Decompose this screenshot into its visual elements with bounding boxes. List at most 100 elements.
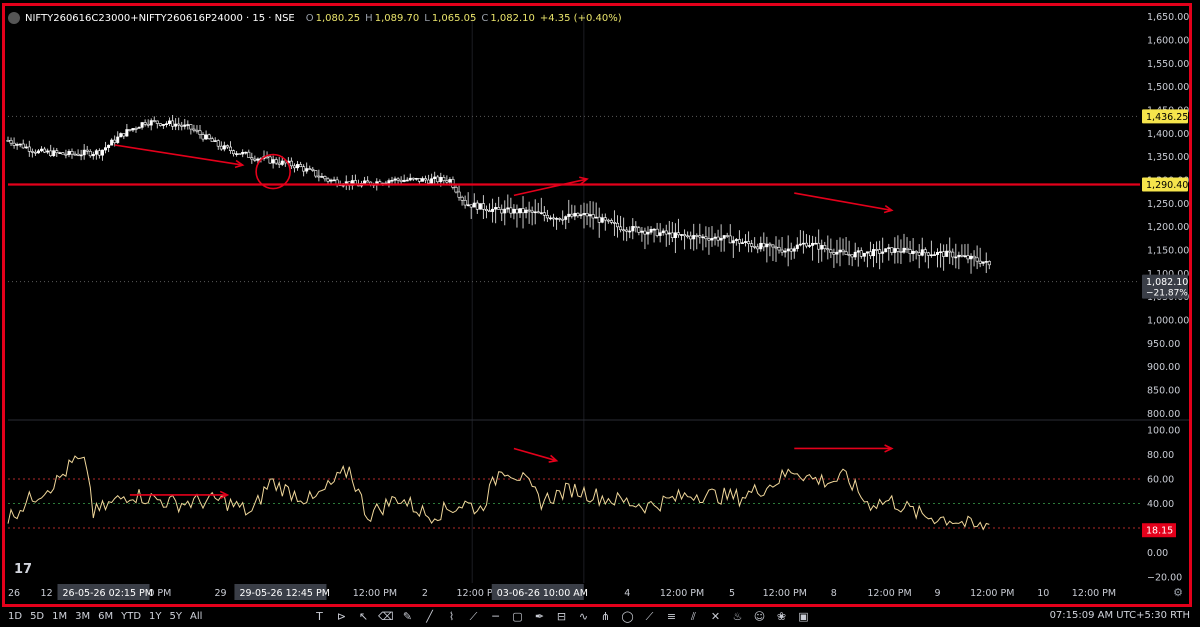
symbol-header[interactable]: NIFTY260616C23000+NIFTY260616P24000 · 15… bbox=[8, 10, 622, 26]
candle-body bbox=[183, 124, 187, 127]
candle-body bbox=[661, 230, 665, 233]
timeframe-1y[interactable]: 1Y bbox=[149, 611, 161, 622]
time-label: 12:00 PM bbox=[763, 588, 807, 599]
candle-body bbox=[238, 153, 242, 155]
osc-arrow-1[interactable] bbox=[513, 447, 557, 462]
path-tool-icon[interactable]: ⌇ bbox=[444, 609, 459, 624]
candle-body bbox=[131, 128, 135, 131]
candle-body bbox=[149, 120, 153, 126]
candle-body bbox=[984, 261, 988, 263]
candle-body bbox=[939, 251, 943, 254]
candle-body bbox=[503, 208, 507, 214]
candle-body bbox=[533, 211, 537, 214]
arrow-tool-icon[interactable]: ↖ bbox=[356, 609, 371, 624]
candle-body bbox=[670, 232, 674, 238]
timeframe-3m[interactable]: 3M bbox=[75, 611, 90, 622]
candle-body bbox=[600, 217, 604, 223]
candle-body bbox=[110, 139, 114, 146]
candle-body bbox=[826, 248, 830, 251]
candle-body bbox=[320, 176, 324, 178]
candle-body bbox=[591, 214, 595, 219]
time-label: 9 bbox=[934, 588, 940, 599]
timeframe-1d[interactable]: 1D bbox=[8, 611, 22, 622]
channel-tool-icon[interactable]: ⫽ bbox=[686, 609, 701, 624]
candle-body bbox=[12, 142, 16, 146]
candle-body bbox=[552, 217, 556, 220]
candle-body bbox=[625, 229, 629, 232]
candle-body bbox=[634, 226, 638, 229]
measure-tool-icon[interactable]: ⊟ bbox=[554, 609, 569, 624]
brush2-tool-icon[interactable]: ♨ bbox=[730, 609, 745, 624]
settings-gear-icon[interactable]: ⚙ bbox=[1171, 586, 1185, 600]
timeframe-1m[interactable]: 1M bbox=[52, 611, 67, 622]
gann-tool-icon[interactable]: ✕ bbox=[708, 609, 723, 624]
trend-tool-icon[interactable]: ⟋ bbox=[642, 609, 657, 624]
fork-tool-icon[interactable]: ⋔ bbox=[598, 609, 613, 624]
candle-body bbox=[481, 203, 485, 210]
candle-body bbox=[484, 209, 488, 212]
candle-body bbox=[524, 209, 528, 214]
curve-tool-icon[interactable]: ∿ bbox=[576, 609, 591, 624]
candle-body bbox=[606, 219, 610, 222]
candle-body bbox=[235, 153, 239, 155]
price-badge-change: −21.87% bbox=[1146, 289, 1188, 299]
candle-body bbox=[881, 251, 885, 254]
candle-body bbox=[52, 150, 56, 156]
oscillator-pane bbox=[7, 455, 1140, 531]
price-arrow-1[interactable] bbox=[513, 178, 588, 197]
ray-tool-icon[interactable]: ⟋ bbox=[466, 609, 481, 624]
candle-body bbox=[728, 235, 732, 244]
ellipse-tool-icon[interactable]: ◯ bbox=[620, 609, 635, 624]
icon-tool-icon[interactable]: ☺ bbox=[752, 609, 767, 624]
pen-tool-icon[interactable]: ✒ bbox=[532, 609, 547, 624]
candle-body bbox=[308, 168, 312, 170]
timeframe-ytd[interactable]: YTD bbox=[121, 611, 141, 622]
play-tool-icon[interactable]: ⊳ bbox=[334, 609, 349, 624]
candle-body bbox=[210, 138, 214, 142]
candle-body bbox=[256, 158, 260, 161]
symbol-name[interactable]: NIFTY260616C23000+NIFTY260616P24000 · 15… bbox=[25, 13, 295, 24]
price-badge: 1,082.10 bbox=[1146, 277, 1188, 288]
fib-tool-icon[interactable]: ≡ bbox=[664, 609, 679, 624]
candle-body bbox=[905, 247, 909, 250]
candle-body bbox=[241, 151, 245, 155]
brush-tool-icon[interactable]: ✎ bbox=[400, 609, 415, 624]
time-highlight: 29-05-26 12:45 PM bbox=[239, 588, 329, 599]
candle-body bbox=[582, 213, 586, 215]
candle-body bbox=[219, 145, 223, 150]
emoji-tool-icon[interactable]: ❀ bbox=[774, 609, 789, 624]
eraser-tool-icon[interactable]: ⌫ bbox=[378, 609, 394, 624]
candle-body bbox=[424, 178, 428, 181]
candle-body bbox=[701, 236, 705, 239]
candle-body bbox=[929, 254, 933, 257]
candle-body bbox=[817, 242, 821, 250]
timeframe-5y[interactable]: 5Y bbox=[170, 611, 182, 622]
candle-body bbox=[765, 243, 769, 248]
timeframe-all[interactable]: All bbox=[190, 611, 202, 622]
candle-body bbox=[902, 247, 906, 253]
hline-tool-icon[interactable]: ─ bbox=[488, 609, 503, 624]
candle-body bbox=[948, 250, 952, 253]
candle-body bbox=[771, 244, 775, 248]
candle-body bbox=[832, 252, 836, 255]
candle-body bbox=[954, 256, 958, 259]
image-tool-icon[interactable]: ▣ bbox=[796, 609, 811, 624]
candle-body bbox=[122, 133, 126, 137]
candle-body bbox=[932, 254, 936, 256]
chart-area[interactable]: 1,650.001,600.001,550.001,500.001,450.00… bbox=[0, 0, 1200, 627]
candle-body bbox=[323, 176, 327, 180]
text-tool-icon[interactable]: T bbox=[312, 609, 327, 624]
candle-body bbox=[893, 248, 897, 253]
candle-body bbox=[756, 246, 760, 250]
candle-body bbox=[853, 251, 857, 258]
timeframe-5d[interactable]: 5D bbox=[30, 611, 44, 622]
candle-body bbox=[189, 124, 193, 130]
price-tick: 1,000.00 bbox=[1147, 316, 1189, 327]
candle-body bbox=[509, 207, 513, 214]
candle-body bbox=[475, 202, 479, 210]
timeframe-6m[interactable]: 6M bbox=[98, 611, 113, 622]
price-arrow-2[interactable] bbox=[794, 192, 892, 212]
line-tool-icon[interactable]: ╱ bbox=[422, 609, 437, 624]
rect-tool-icon[interactable]: ▢ bbox=[510, 609, 525, 624]
candle-body bbox=[887, 247, 891, 249]
